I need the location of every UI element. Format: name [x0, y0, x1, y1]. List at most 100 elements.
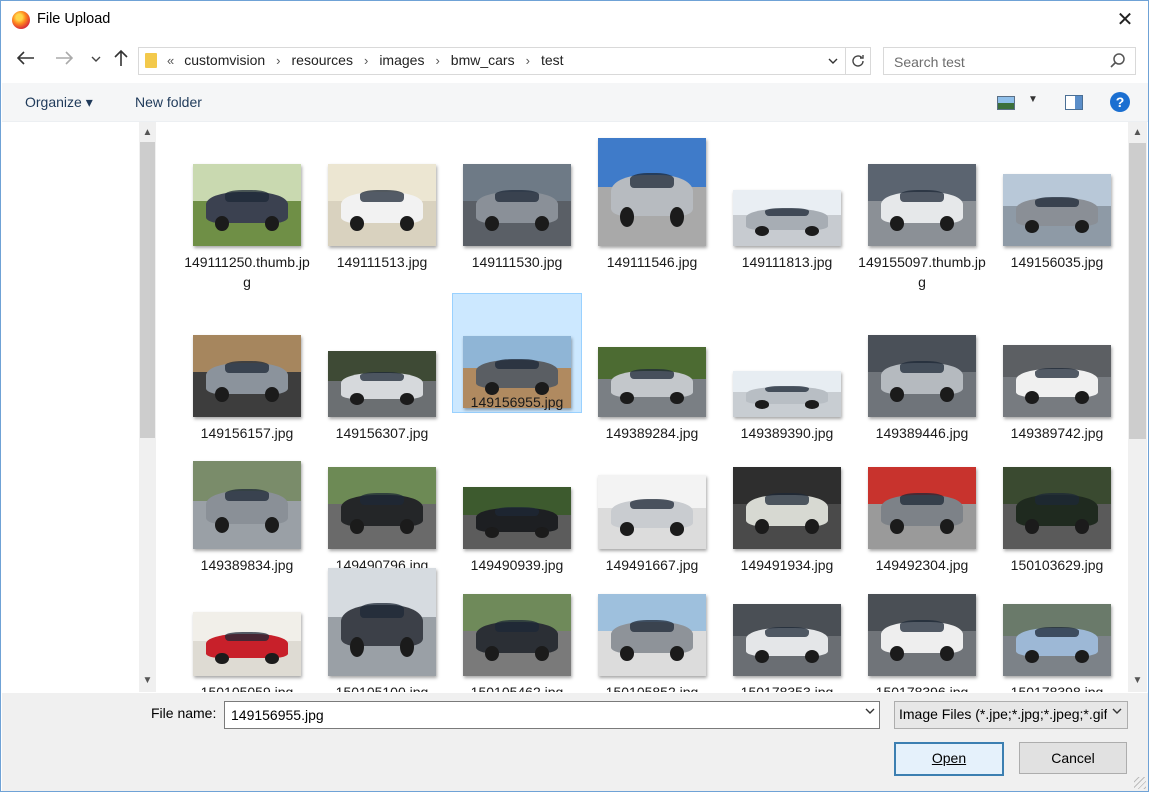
- file-item[interactable]: 149156955.jpg: [452, 293, 582, 413]
- help-icon[interactable]: ?: [1110, 92, 1130, 112]
- car-photo-thumbnail: [193, 461, 301, 549]
- scroll-thumb[interactable]: [140, 142, 155, 438]
- car-wheel: [1024, 650, 1039, 664]
- file-thumbnail: [324, 556, 440, 676]
- car-photo-thumbnail: [1003, 467, 1111, 549]
- breadcrumb-separator-icon[interactable]: ›: [364, 53, 368, 68]
- file-item[interactable]: 149111813.jpg: [729, 126, 845, 294]
- file-type-select[interactable]: Image Files (*.jpe;*.jpg;*.jpeg;*.gif;*.…: [894, 701, 1128, 729]
- back-button[interactable]: [15, 49, 37, 71]
- refresh-button[interactable]: [845, 48, 870, 74]
- search-icon[interactable]: [1109, 52, 1127, 70]
- scroll-up-icon[interactable]: ▲: [1128, 124, 1147, 142]
- file-thumbnail: [459, 556, 575, 676]
- file-item[interactable]: 149156307.jpg: [324, 297, 440, 449]
- file-item[interactable]: 149156035.jpg: [999, 126, 1115, 294]
- breadcrumb-item[interactable]: resources: [292, 52, 353, 68]
- scroll-down-icon[interactable]: ▼: [139, 672, 156, 690]
- preview-pane-icon[interactable]: [1065, 95, 1083, 110]
- navigation-pane-scrollbar[interactable]: ▲ ▼: [139, 122, 156, 692]
- car-photo-thumbnail: [193, 335, 301, 417]
- car-wheel: [889, 519, 904, 535]
- car-windshield: [1035, 627, 1079, 638]
- file-item[interactable]: 149111546.jpg: [594, 126, 710, 294]
- car-windshield: [1035, 493, 1079, 505]
- file-thumbnail: [864, 297, 980, 417]
- organize-button[interactable]: Organize ▾: [25, 94, 93, 111]
- file-item[interactable]: 149111513.jpg: [324, 126, 440, 294]
- file-item[interactable]: 150178353.jpg: [729, 556, 845, 692]
- file-item[interactable]: 149155097.thumb.jpg: [858, 126, 986, 294]
- breadcrumb-item[interactable]: test: [541, 52, 564, 68]
- file-item[interactable]: 149389390.jpg: [729, 297, 845, 449]
- file-thumbnail: [324, 126, 440, 246]
- command-toolbar: Organize ▾ New folder ▼ ?: [2, 83, 1148, 122]
- breadcrumb-item[interactable]: images: [379, 52, 424, 68]
- address-history-dropdown[interactable]: [824, 51, 842, 71]
- car-wheel: [619, 391, 634, 405]
- file-item[interactable]: 150178398.jpg: [999, 556, 1115, 692]
- breadcrumb-item[interactable]: customvision: [184, 52, 265, 68]
- scroll-down-icon[interactable]: ▼: [1128, 672, 1147, 690]
- car-windshield: [630, 369, 674, 380]
- car-wheel: [349, 393, 364, 406]
- file-thumbnail: [459, 288, 575, 408]
- breadcrumb-separator-icon[interactable]: ›: [526, 53, 530, 68]
- file-name-input[interactable]: [229, 706, 833, 724]
- car-wheel: [889, 646, 904, 662]
- file-thumbnail: [999, 297, 1115, 417]
- car-wheel: [484, 526, 499, 538]
- search-input[interactable]: [892, 52, 1096, 72]
- car-wheel: [889, 216, 904, 232]
- view-options-dropdown[interactable]: ▼: [1028, 94, 1038, 105]
- file-item[interactable]: 149111530.jpg: [459, 126, 575, 294]
- file-type-dropdown[interactable]: [1112, 706, 1122, 718]
- file-thumbnail: [594, 297, 710, 417]
- breadcrumb-item[interactable]: bmw_cars: [451, 52, 515, 68]
- new-folder-button[interactable]: New folder: [135, 94, 202, 110]
- file-item[interactable]: 150178396.jpg: [864, 556, 980, 692]
- file-item[interactable]: 149389742.jpg: [999, 297, 1115, 449]
- address-bar[interactable]: « customvision › resources › images › bm…: [138, 47, 871, 75]
- search-box[interactable]: [883, 47, 1136, 75]
- open-button-label: Open: [931, 750, 967, 766]
- file-name-combobox[interactable]: [224, 701, 880, 729]
- resize-grip-icon[interactable]: [1134, 777, 1146, 789]
- file-type-value: Image Files (*.jpe;*.jpg;*.jpeg;*.gif;*.…: [899, 706, 1107, 722]
- cancel-button[interactable]: Cancel: [1019, 742, 1127, 774]
- file-item[interactable]: 149389284.jpg: [594, 297, 710, 449]
- file-item[interactable]: 149111250.thumb.jpg: [184, 126, 310, 294]
- car-windshield: [630, 620, 674, 632]
- breadcrumb-separator-icon[interactable]: ›: [276, 53, 280, 68]
- up-button[interactable]: [110, 49, 132, 71]
- recent-locations-button[interactable]: [85, 49, 107, 71]
- file-item[interactable]: 149389446.jpg: [864, 297, 980, 449]
- file-thumbnail: [189, 126, 305, 246]
- car-photo-thumbnail: [868, 164, 976, 246]
- open-button[interactable]: Open: [894, 742, 1004, 776]
- file-grid[interactable]: 149111250.thumb.jpg 149111513.jpg 14911153…: [157, 122, 1127, 692]
- car-photo-thumbnail: [463, 164, 571, 246]
- breadcrumb-overflow[interactable]: «: [167, 53, 174, 68]
- file-item[interactable]: 150105462.jpg: [459, 556, 575, 692]
- file-item[interactable]: 150105100.jpg: [324, 556, 440, 692]
- file-thumbnail: [729, 556, 845, 676]
- file-grid-scrollbar[interactable]: ▲ ▼: [1128, 122, 1147, 692]
- scroll-thumb[interactable]: [1129, 143, 1146, 439]
- file-item[interactable]: 149156157.jpg: [189, 297, 305, 449]
- file-item[interactable]: 150105059.jpg: [189, 556, 305, 692]
- car-wheel: [619, 207, 634, 227]
- scroll-up-icon[interactable]: ▲: [139, 124, 156, 142]
- chevron-down-icon: [91, 56, 101, 62]
- change-view-icon[interactable]: [997, 96, 1015, 110]
- file-name-dropdown[interactable]: [865, 706, 875, 718]
- forward-button[interactable]: [53, 49, 75, 71]
- breadcrumb-separator-icon[interactable]: ›: [435, 53, 439, 68]
- car-photo-thumbnail: [598, 475, 706, 549]
- title-bar: File Upload ✕: [1, 1, 1148, 39]
- file-item[interactable]: 150105852.jpg: [594, 556, 710, 692]
- file-thumbnail: [594, 556, 710, 676]
- close-button[interactable]: ✕: [1114, 9, 1136, 31]
- navigation-pane[interactable]: [2, 122, 138, 692]
- car-windshield: [360, 493, 404, 505]
